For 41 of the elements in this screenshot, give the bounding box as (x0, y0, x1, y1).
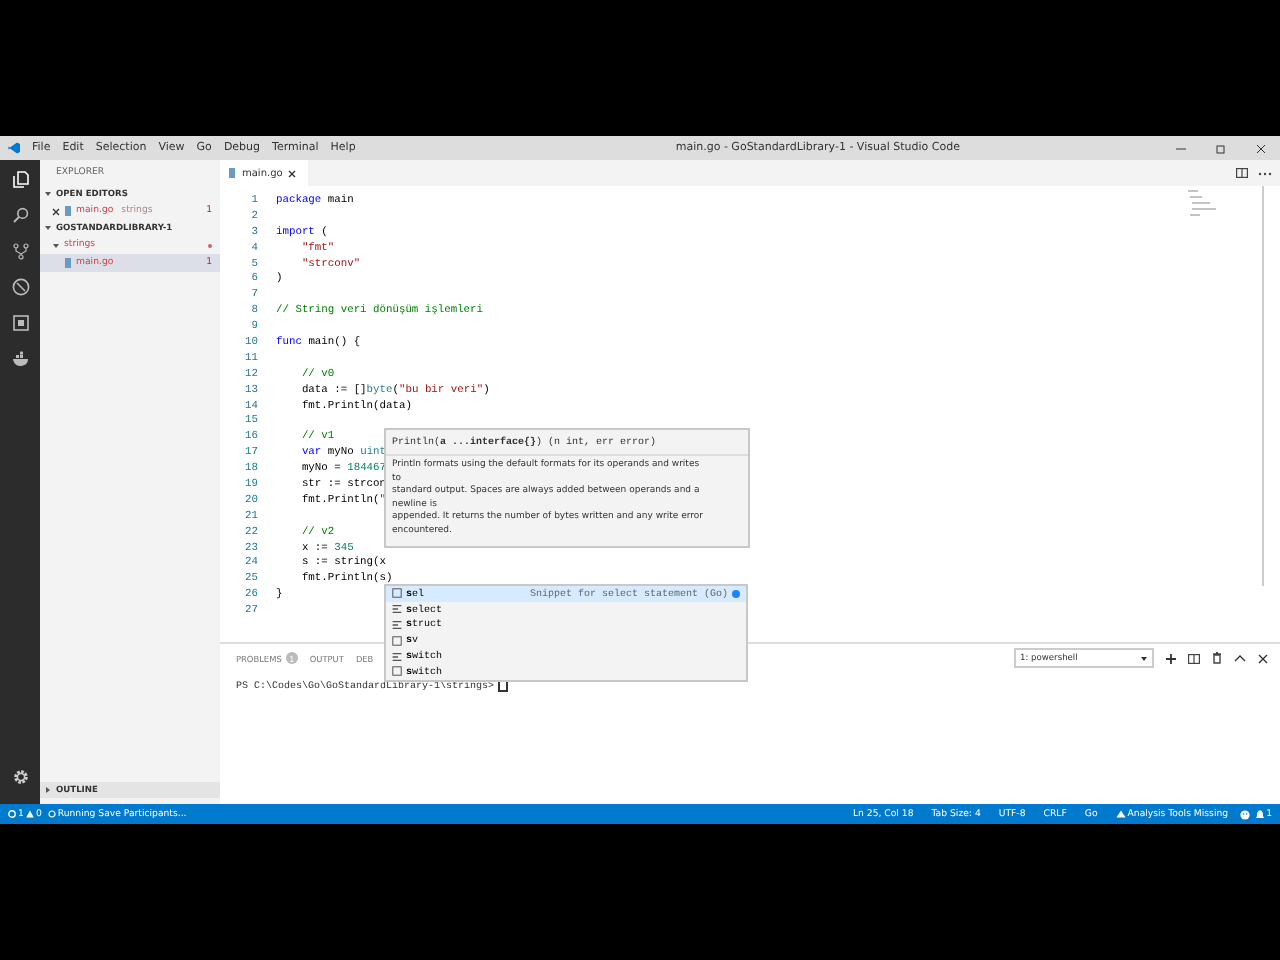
vscode-logo-icon (8, 142, 20, 154)
settings-icon[interactable] (11, 768, 29, 786)
plus-icon[interactable] (1166, 653, 1176, 663)
split-terminal-icon[interactable] (1188, 653, 1200, 663)
bell-icon (1256, 809, 1265, 819)
go-file-icon (64, 258, 72, 268)
trash-icon[interactable] (1212, 652, 1222, 664)
snippet-icon (392, 666, 402, 677)
warning-icon (1115, 810, 1126, 818)
minimize-icon[interactable] (1175, 143, 1185, 153)
info-icon (732, 589, 740, 598)
keyword-icon (392, 604, 402, 615)
close-icon (288, 169, 297, 177)
close-icon[interactable] (52, 207, 60, 215)
snippet-icon (392, 635, 402, 646)
restore-icon[interactable] (1215, 143, 1225, 153)
whale-icon[interactable] (11, 350, 29, 368)
close-icon[interactable] (1255, 143, 1265, 153)
scrollbar[interactable] (1262, 186, 1264, 586)
chevron-up-icon[interactable] (1234, 654, 1246, 662)
files-icon[interactable] (11, 170, 29, 188)
search-icon[interactable] (11, 206, 29, 224)
keyword-icon (392, 651, 402, 662)
smiley-icon[interactable] (1240, 809, 1251, 819)
chevron-right-icon (44, 786, 52, 794)
chevron-down-icon (44, 190, 52, 198)
caret-icon (1140, 655, 1148, 661)
split-editor-icon[interactable] (1236, 168, 1248, 178)
go-file-icon (228, 168, 236, 178)
source-control-icon[interactable] (11, 242, 29, 260)
warning-icon (25, 810, 34, 818)
go-file-icon (64, 206, 72, 216)
extensions-icon[interactable] (11, 314, 29, 332)
debug-icon[interactable] (11, 278, 29, 296)
snippet-icon (392, 588, 402, 599)
chevron-down-icon (52, 241, 60, 249)
chevron-down-icon (44, 224, 52, 232)
close-icon[interactable] (1258, 653, 1268, 663)
keyword-icon (392, 619, 402, 630)
sync-icon (47, 810, 56, 818)
error-icon (8, 810, 16, 818)
